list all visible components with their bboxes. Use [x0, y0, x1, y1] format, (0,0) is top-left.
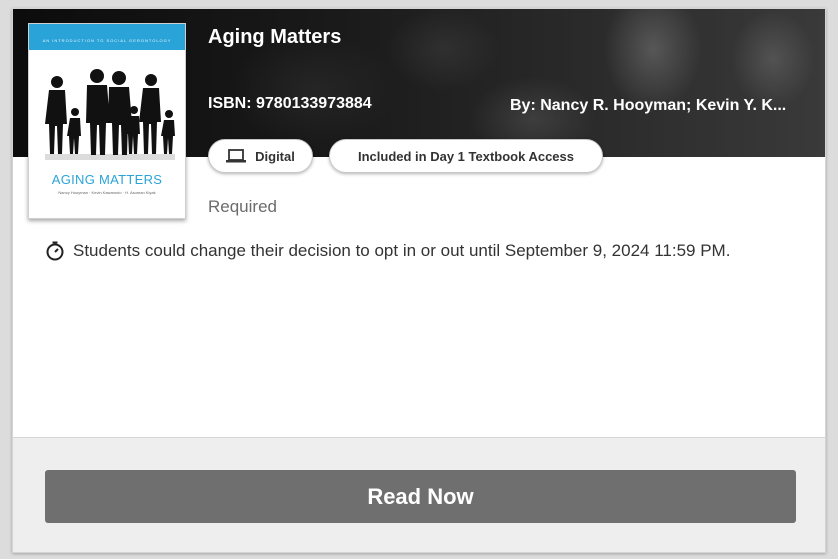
book-isbn: ISBN: 9780133973884	[208, 95, 372, 112]
access-chip: Included in Day 1 Textbook Access	[329, 139, 603, 173]
laptop-icon	[226, 149, 247, 163]
format-chip-label: Digital	[255, 148, 295, 164]
access-chip-label: Included in Day 1 Textbook Access	[357, 148, 574, 164]
read-now-button[interactable]: Read Now	[45, 470, 796, 523]
book-title: Aging Matters	[208, 26, 342, 48]
cover-authors: Nancy Hooyman · Kevin Kawamoto · H. Asum…	[58, 190, 156, 195]
textbook-card: AN INTRODUCTION TO SOCIAL GERONTOLOGY AG…	[12, 8, 826, 553]
cover-band	[29, 24, 185, 50]
timer-icon	[46, 241, 64, 261]
cover-band-text: AN INTRODUCTION TO SOCIAL GERONTOLOGY	[42, 38, 172, 43]
cover-title: AGING MATTERS	[51, 172, 163, 187]
format-chip-digital: Digital	[208, 139, 313, 173]
family-silhouette-image	[45, 69, 175, 160]
book-authors: By: Nancy R. Hooyman; Kevin Y. K...	[510, 97, 787, 114]
card-footer: Read Now	[13, 437, 825, 552]
requirement-status: Required	[208, 197, 277, 216]
notice-text: Students could change their decision to …	[73, 241, 731, 260]
book-cover[interactable]: AN INTRODUCTION TO SOCIAL GERONTOLOGY AG…	[28, 23, 186, 219]
opt-deadline-notice: Students could change their decision to …	[45, 241, 730, 261]
